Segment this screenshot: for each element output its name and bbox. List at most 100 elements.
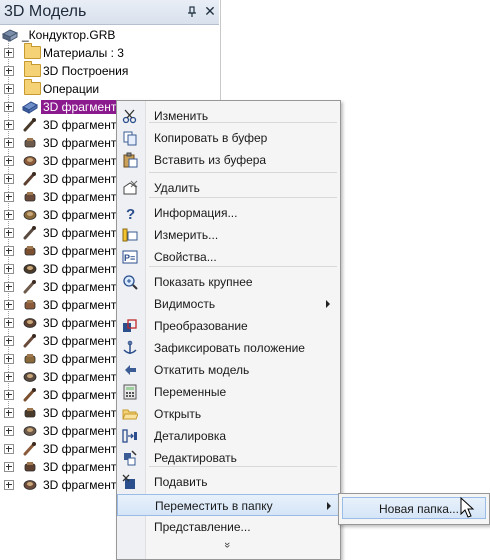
zoom-icon bbox=[123, 275, 138, 290]
tree-folder-row[interactable]: 3D Построения bbox=[0, 61, 219, 80]
menu-item-1[interactable]: Изменить bbox=[117, 105, 340, 127]
mouse-cursor-icon bbox=[460, 497, 475, 518]
tree-item-label: 3D фрагмент_ bbox=[43, 442, 123, 456]
rollback-icon bbox=[125, 365, 136, 375]
expand-toggle-icon[interactable] bbox=[4, 48, 14, 58]
tree-folder-row[interactable]: Операции bbox=[0, 79, 219, 98]
menu-item-9[interactable]: Видимость bbox=[117, 293, 340, 315]
menu-item-15[interactable]: Деталировка bbox=[117, 425, 340, 447]
menu-item-3[interactable]: Вставить из буфера bbox=[117, 149, 340, 171]
submenu-arrow-icon bbox=[327, 502, 331, 510]
expand-toggle-icon[interactable] bbox=[4, 408, 14, 418]
tree-item-label: 3D фрагмент_ bbox=[43, 406, 123, 420]
fragment-icon bbox=[23, 172, 36, 186]
menu-item-17[interactable]: Подавить bbox=[117, 471, 340, 493]
menu-item-label: Вставить из буфера bbox=[154, 153, 267, 167]
folder-icon bbox=[24, 79, 41, 95]
tree-item-label: 3D фрагмент_ bbox=[43, 460, 123, 474]
fragment-icon bbox=[23, 442, 36, 456]
expand-toggle-icon[interactable] bbox=[4, 444, 14, 454]
menu-item-4[interactable]: Удалить bbox=[117, 177, 340, 199]
svg-text:P≡: P≡ bbox=[124, 253, 135, 263]
tree-item-label: Операции bbox=[43, 82, 100, 96]
menu-item-label: Откатить модель bbox=[154, 363, 250, 377]
menu-item-11[interactable]: Зафиксировать положение bbox=[117, 337, 340, 359]
menu-item-7[interactable]: P≡ Свойства... bbox=[117, 246, 340, 268]
svg-text:?: ? bbox=[126, 206, 135, 221]
pin-icon[interactable] bbox=[186, 6, 198, 18]
menu-item-10[interactable]: Преобразование bbox=[117, 315, 340, 337]
menu-expand-more-icon[interactable]: » bbox=[221, 542, 233, 548]
menu-item-8[interactable]: Показать крупнее bbox=[117, 271, 340, 293]
expand-toggle-icon[interactable] bbox=[4, 120, 14, 130]
menu-item-label: Подавить bbox=[154, 475, 208, 489]
menu-item-13[interactable]: Переменные bbox=[117, 381, 340, 403]
panel-title: 3D Модель bbox=[4, 3, 87, 20]
expand-toggle-icon[interactable] bbox=[4, 354, 14, 364]
menu-item-label: Свойства... bbox=[154, 250, 217, 264]
expand-toggle-icon[interactable] bbox=[4, 372, 14, 382]
tree-item-label: 3D фрагмент_ bbox=[43, 334, 123, 348]
fragment-icon bbox=[24, 354, 36, 364]
menu-item-6[interactable]: Измерить... bbox=[117, 224, 340, 246]
expand-toggle-icon[interactable] bbox=[4, 174, 14, 184]
context-menu: Изменить Копировать в буфер Вставить из бу… bbox=[116, 100, 341, 560]
menu-item-label: Новая папка... bbox=[379, 502, 459, 516]
suppress-icon bbox=[122, 474, 135, 489]
tree-item-label: 3D фрагмент_ bbox=[43, 154, 123, 168]
menu-item-16[interactable]: Редактировать bbox=[117, 447, 340, 469]
help-icon: ? bbox=[126, 206, 135, 221]
menu-item-18[interactable]: Переместить в папку bbox=[117, 494, 340, 516]
tree-folder-row[interactable]: Материалы : 3 bbox=[0, 43, 219, 62]
menu-item-12[interactable]: Откатить модель bbox=[117, 359, 340, 381]
folder-icon bbox=[24, 61, 41, 77]
fragment-icon bbox=[23, 426, 37, 436]
tree-item-label: 3D фрагмент_ bbox=[43, 172, 123, 186]
menu-item-label: Видимость bbox=[154, 297, 216, 311]
delete-icon bbox=[123, 180, 138, 195]
expand-toggle-icon[interactable] bbox=[4, 228, 14, 238]
expand-toggle-icon[interactable] bbox=[4, 318, 14, 328]
expand-toggle-icon[interactable] bbox=[4, 192, 14, 202]
expand-toggle-icon[interactable] bbox=[4, 300, 14, 310]
anchor-icon bbox=[123, 340, 137, 354]
tree-item-label: 3D фрагмент_ bbox=[43, 280, 123, 294]
menu-item-2[interactable]: Копировать в буфер bbox=[117, 127, 340, 149]
expand-toggle-icon[interactable] bbox=[4, 210, 14, 220]
expand-toggle-icon[interactable] bbox=[4, 426, 14, 436]
scissors-edit-icon bbox=[122, 109, 137, 124]
expand-toggle-icon[interactable] bbox=[4, 480, 14, 490]
close-icon[interactable]: ✕ bbox=[203, 3, 217, 19]
menu-item-19[interactable]: Представление... bbox=[117, 516, 340, 538]
fragment-icon bbox=[23, 210, 37, 220]
expand-toggle-icon[interactable] bbox=[4, 462, 14, 472]
expand-toggle-icon[interactable] bbox=[4, 264, 14, 274]
tree-item-label: 3D фрагмент_ bbox=[43, 226, 123, 240]
menu-item-label: Удалить bbox=[154, 181, 200, 195]
expand-toggle-icon[interactable] bbox=[4, 66, 14, 76]
expand-toggle-icon[interactable] bbox=[4, 102, 14, 112]
tree-item-label: 3D фрагмент_ bbox=[43, 208, 123, 222]
fragment-icon bbox=[24, 462, 36, 472]
tree-root[interactable]: _Кондуктор.GRB bbox=[0, 26, 219, 44]
menu-item-14[interactable]: Открыть bbox=[117, 403, 340, 425]
expand-toggle-icon[interactable] bbox=[4, 156, 14, 166]
expand-toggle-icon[interactable] bbox=[4, 84, 14, 94]
submenu-arrow-icon bbox=[326, 300, 330, 308]
fragment-icon bbox=[23, 264, 37, 274]
fragment-icon bbox=[23, 118, 36, 132]
tree-root-label: _Кондуктор.GRB bbox=[22, 28, 116, 42]
menu-item-5[interactable]: ? Информация... bbox=[117, 202, 340, 224]
transform-icon bbox=[123, 319, 137, 332]
fragment-icon bbox=[24, 408, 36, 418]
expand-toggle-icon[interactable] bbox=[4, 138, 14, 148]
fragment-icon bbox=[23, 226, 36, 240]
tree-item-label: 3D фрагмент_ bbox=[43, 370, 123, 384]
expand-toggle-icon[interactable] bbox=[4, 390, 14, 400]
expand-toggle-icon[interactable] bbox=[4, 282, 14, 292]
expand-toggle-icon[interactable] bbox=[4, 336, 14, 346]
expand-toggle-icon[interactable] bbox=[4, 246, 14, 256]
tree-item-label: 3D фрагмент_ bbox=[43, 118, 123, 132]
fragment-icon bbox=[23, 372, 37, 382]
fragment-icon bbox=[23, 318, 37, 328]
